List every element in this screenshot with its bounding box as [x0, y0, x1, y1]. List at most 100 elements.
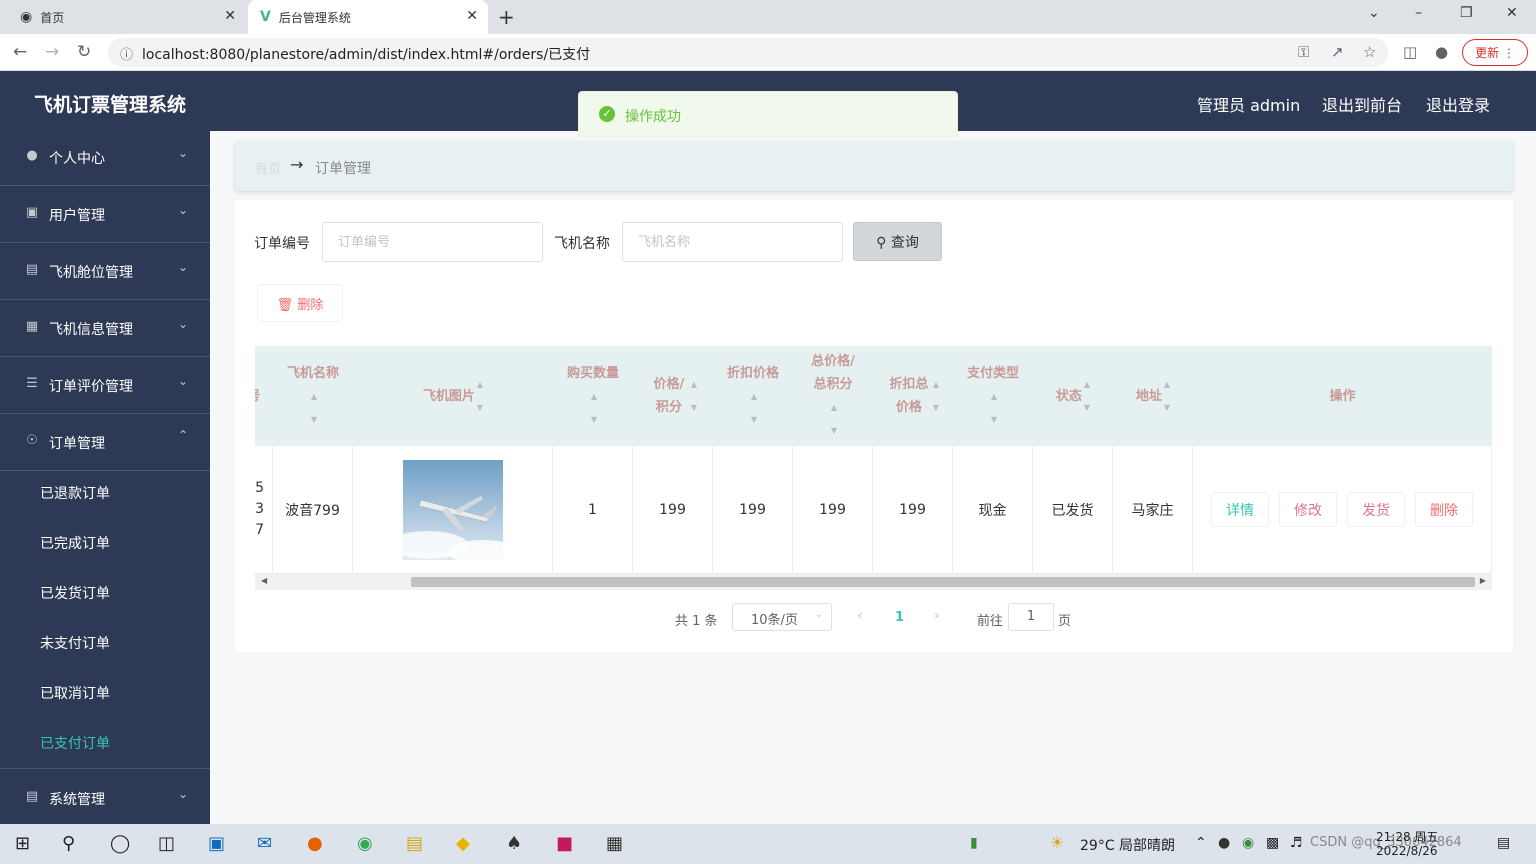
next-page-icon[interactable]: ›	[934, 608, 940, 624]
qq-icon[interactable]: ●	[1218, 835, 1230, 851]
info-icon[interactable]: ⓘ	[120, 44, 133, 63]
th-total[interactable]: 总价格/总积分 ▲ ▼	[793, 346, 873, 446]
breadcrumb-home[interactable]: 首页	[255, 158, 281, 177]
app-icon[interactable]: ◆	[456, 833, 470, 854]
battery-icon[interactable]: ▮	[970, 835, 978, 851]
chevron-down-icon: ⌄	[814, 609, 823, 620]
tab-admin[interactable]: V 后台管理系统 ✕	[248, 0, 488, 34]
sort-icon[interactable]: ▲ ▼	[691, 373, 697, 419]
submenu-unpaid[interactable]: 未支付订单	[40, 633, 110, 653]
scrollbar-thumb[interactable]	[411, 577, 1475, 587]
edit-button[interactable]: 修改	[1279, 492, 1337, 527]
th-image[interactable]: 飞机图片 ▲ ▼	[353, 346, 553, 446]
tray-app-icon[interactable]: ◉	[1242, 835, 1254, 851]
forward-icon[interactable]: →	[45, 42, 59, 62]
reload-icon[interactable]: ↻	[77, 42, 91, 62]
tray-chevron-icon[interactable]: ⌃	[1195, 835, 1207, 851]
to-front-link[interactable]: 退出到前台	[1322, 92, 1402, 116]
detail-button[interactable]: 详情	[1211, 492, 1269, 527]
search-icon[interactable]: ⚲	[62, 833, 75, 854]
chrome-icon[interactable]: ◉	[357, 833, 373, 854]
clock-time[interactable]: 21:28 周五	[1376, 828, 1438, 845]
page-size-select[interactable]: 10条/页 ⌄	[732, 603, 832, 631]
windows-start-icon[interactable]: ⊞	[15, 833, 30, 854]
th-discount-price[interactable]: 折扣价格 ▲ ▼	[713, 346, 793, 446]
batch-delete-button[interactable]: 🗑 删除	[257, 284, 343, 322]
sort-icon[interactable]: ▲ ▼	[991, 385, 997, 431]
share-icon[interactable]: ↗	[1331, 43, 1344, 61]
profile-icon[interactable]: ●	[1435, 43, 1448, 61]
close-tab-icon[interactable]: ✕	[466, 8, 478, 24]
plane-name-input[interactable]	[622, 222, 843, 262]
notification-icon[interactable]: ▤	[1497, 835, 1510, 851]
sidebar-item-system[interactable]: ▤ 系统管理 ⌄	[0, 768, 210, 823]
th-order-no[interactable]: 号	[255, 346, 273, 446]
query-button[interactable]: ⚲ 查询	[853, 222, 942, 261]
sort-icon[interactable]: ▲ ▼	[751, 385, 757, 431]
sort-icon[interactable]: ▲ ▼	[933, 373, 939, 419]
firefox-icon[interactable]: ●	[307, 833, 323, 854]
url-field[interactable]: ⓘ localhost:8080/planestore/admin/dist/i…	[108, 38, 1388, 67]
update-button[interactable]: 更新 ⋮	[1462, 39, 1528, 66]
cortana-icon[interactable]: ◯	[110, 833, 130, 854]
app-icon[interactable]: ♠	[506, 833, 522, 854]
sidebar-item-orders[interactable]: ☉ 订单管理 ⌃	[0, 416, 210, 471]
new-tab-icon[interactable]: +	[498, 5, 515, 29]
app-icon[interactable]: ▦	[606, 833, 623, 854]
logout-link[interactable]: 退出登录	[1426, 92, 1490, 116]
sort-icon[interactable]: ▲ ▼	[1084, 373, 1090, 419]
folder-icon[interactable]: ▤	[406, 833, 423, 854]
td-order-no: 5 3 7	[255, 446, 273, 573]
submenu-refunded[interactable]: 已退款订单	[40, 483, 110, 503]
sort-icon[interactable]: ▲ ▼	[477, 373, 483, 419]
store-icon[interactable]: ▣	[208, 833, 225, 854]
sort-icon[interactable]: ▲ ▼	[591, 385, 597, 431]
key-icon[interactable]: ⚿	[1298, 43, 1309, 61]
volume-icon[interactable]: ♬	[1290, 835, 1303, 851]
intellij-icon[interactable]: ■	[556, 833, 573, 854]
th-qty[interactable]: 购买数量 ▲ ▼	[553, 346, 633, 446]
back-icon[interactable]: ←	[13, 42, 27, 62]
sort-icon[interactable]: ▲ ▼	[311, 385, 317, 431]
sort-icon[interactable]: ▲ ▼	[1164, 373, 1170, 419]
submenu-paid[interactable]: 已支付订单	[40, 733, 110, 753]
submenu-completed[interactable]: 已完成订单	[40, 533, 110, 553]
th-address[interactable]: 地址 ▲ ▼	[1113, 346, 1193, 446]
sidebar-item-personal[interactable]: ● 个人中心 ⌄	[0, 131, 210, 186]
th-price[interactable]: 价格/积分 ▲ ▼	[633, 346, 713, 446]
minimize-icon[interactable]: –	[1415, 5, 1422, 21]
table-horizontal-scrollbar[interactable]: ◀ ▶	[255, 574, 1492, 590]
sidepanel-icon[interactable]: ◫	[1403, 43, 1417, 61]
tab-home[interactable]: ◉ 首页 ✕	[10, 0, 246, 34]
star-icon[interactable]: ☆	[1363, 43, 1376, 61]
th-plane-name[interactable]: 飞机名称 ▲ ▼	[273, 346, 353, 446]
maximize-icon[interactable]: ❐	[1460, 5, 1473, 21]
th-pay-type[interactable]: 支付类型 ▲ ▼	[953, 346, 1033, 446]
order-no-input[interactable]	[322, 222, 543, 262]
close-window-icon[interactable]: ✕	[1506, 5, 1518, 21]
sidebar-item-label: 订单评价管理	[49, 379, 133, 395]
sidebar-item-users[interactable]: ▣ 用户管理 ⌄	[0, 188, 210, 243]
sidebar-item-reviews[interactable]: ☰ 订单评价管理 ⌄	[0, 359, 210, 414]
scroll-right-icon[interactable]: ▶	[1480, 576, 1486, 585]
network-icon[interactable]: ▩	[1266, 835, 1279, 851]
clock-date[interactable]: 2022/8/26	[1376, 844, 1438, 858]
task-view-icon[interactable]: ◫	[158, 833, 175, 854]
sidebar-item-cabins[interactable]: ▤ 飞机舱位管理 ⌄	[0, 245, 210, 300]
page-number[interactable]: 1	[895, 610, 904, 625]
sort-icon[interactable]: ▲ ▼	[831, 396, 837, 442]
prev-page-icon[interactable]: ‹	[857, 608, 863, 624]
weather-text[interactable]: 29°C 局部晴朗	[1080, 835, 1175, 855]
th-discount-total[interactable]: 折扣总价格 ▲ ▼	[873, 346, 953, 446]
submenu-cancelled[interactable]: 已取消订单	[40, 683, 110, 703]
tab-search-icon[interactable]: ⌄	[1368, 5, 1380, 21]
row-delete-button[interactable]: 删除	[1415, 492, 1473, 527]
close-tab-icon[interactable]: ✕	[224, 8, 236, 24]
scroll-left-icon[interactable]: ◀	[261, 576, 267, 585]
submenu-shipped[interactable]: 已发货订单	[40, 583, 110, 603]
mail-icon[interactable]: ✉	[257, 833, 272, 854]
goto-page-input[interactable]: 1	[1008, 603, 1054, 631]
sidebar-item-planes[interactable]: ▦ 飞机信息管理 ⌄	[0, 302, 210, 357]
th-status[interactable]: 状态 ▲ ▼	[1033, 346, 1113, 446]
ship-button[interactable]: 发货	[1347, 492, 1405, 527]
